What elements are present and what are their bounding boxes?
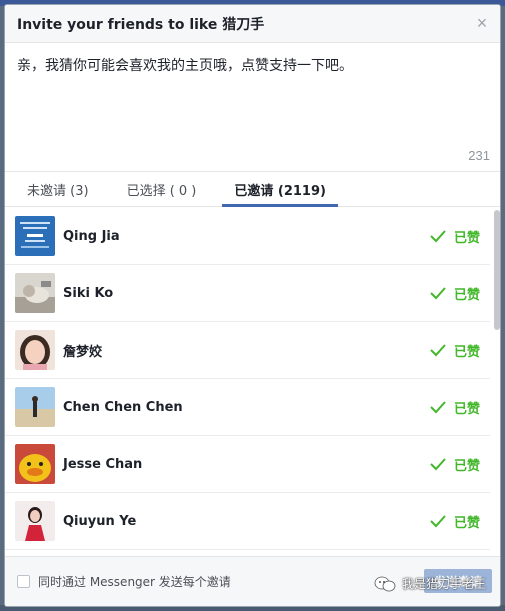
check-icon	[430, 344, 446, 357]
liked-status: 已赞	[430, 284, 480, 303]
watermark: 我是猎刀手老王	[374, 575, 486, 592]
check-icon	[430, 287, 446, 300]
list-item: Siki Ko 已赞	[5, 265, 490, 322]
message-text: 亲，我猜你可能会喜欢我的主页哦，点赞支持一下吧。	[17, 58, 353, 74]
liked-status: 已赞	[430, 341, 480, 360]
tab-selected[interactable]: 已选择 ( 0 )	[115, 172, 209, 207]
status-label: 已赞	[453, 515, 480, 531]
liked-status: 已赞	[430, 398, 480, 417]
tab-not-invited[interactable]: 未邀请 (3)	[15, 172, 101, 207]
message-textarea[interactable]: 亲，我猜你可能会喜欢我的主页哦，点赞支持一下吧。 231	[5, 43, 500, 171]
list-item: Qing Jia 已赞	[5, 208, 490, 265]
liked-status: 已赞	[430, 512, 480, 531]
tab-bar: 未邀请 (3) 已选择 ( 0 ) 已邀请 (2119)	[5, 171, 500, 207]
status-label: 已赞	[453, 344, 480, 360]
avatar	[15, 330, 55, 370]
friend-name: Siki Ko	[63, 285, 114, 301]
check-icon	[430, 230, 446, 243]
list-item: Chen Chen Chen 已赞	[5, 379, 490, 436]
check-icon	[430, 458, 446, 471]
list-item: Qiuyun Ye 已赞	[5, 493, 490, 550]
friend-name: 詹梦姣	[63, 344, 103, 360]
dialog-header: Invite your friends to like 猎刀手 ×	[5, 5, 500, 43]
friend-list: Qing Jia 已赞 Siki Ko 已赞 詹梦姣 已赞 Chen Chen …	[5, 208, 500, 555]
char-count: 231	[468, 148, 490, 163]
avatar	[15, 444, 55, 484]
liked-status: 已赞	[430, 455, 480, 474]
liked-status: 已赞	[430, 227, 480, 246]
friend-name: Jesse Chan	[63, 456, 143, 472]
tab-invited[interactable]: 已邀请 (2119)	[222, 172, 338, 207]
friend-name: Qiuyun Ye	[63, 513, 137, 529]
status-label: 已赞	[453, 401, 480, 417]
status-label: 已赞	[453, 458, 480, 474]
friend-name: Chen Chen Chen	[63, 399, 183, 415]
list-item: 詹梦姣 已赞	[5, 322, 490, 379]
list-item: Jesse Chan 已赞	[5, 436, 490, 493]
check-icon	[430, 515, 446, 528]
dialog-title: Invite your friends to like 猎刀手	[17, 16, 265, 33]
avatar	[15, 273, 55, 313]
avatar	[15, 216, 55, 256]
friend-name: Qing Jia	[63, 228, 120, 244]
watermark-text: 我是猎刀手老王	[401, 577, 486, 591]
wechat-icon	[374, 576, 396, 591]
close-icon[interactable]: ×	[474, 14, 490, 32]
check-icon	[430, 401, 446, 414]
avatar	[15, 387, 55, 427]
messenger-checkbox[interactable]	[17, 575, 30, 588]
status-label: 已赞	[453, 230, 480, 246]
avatar	[15, 501, 55, 541]
messenger-label: 同时通过 Messenger 发送每个邀请	[38, 575, 231, 589]
status-label: 已赞	[453, 287, 480, 303]
scrollbar[interactable]	[494, 210, 500, 330]
invite-dialog: Invite your friends to like 猎刀手 × 亲，我猜你可…	[4, 4, 501, 607]
